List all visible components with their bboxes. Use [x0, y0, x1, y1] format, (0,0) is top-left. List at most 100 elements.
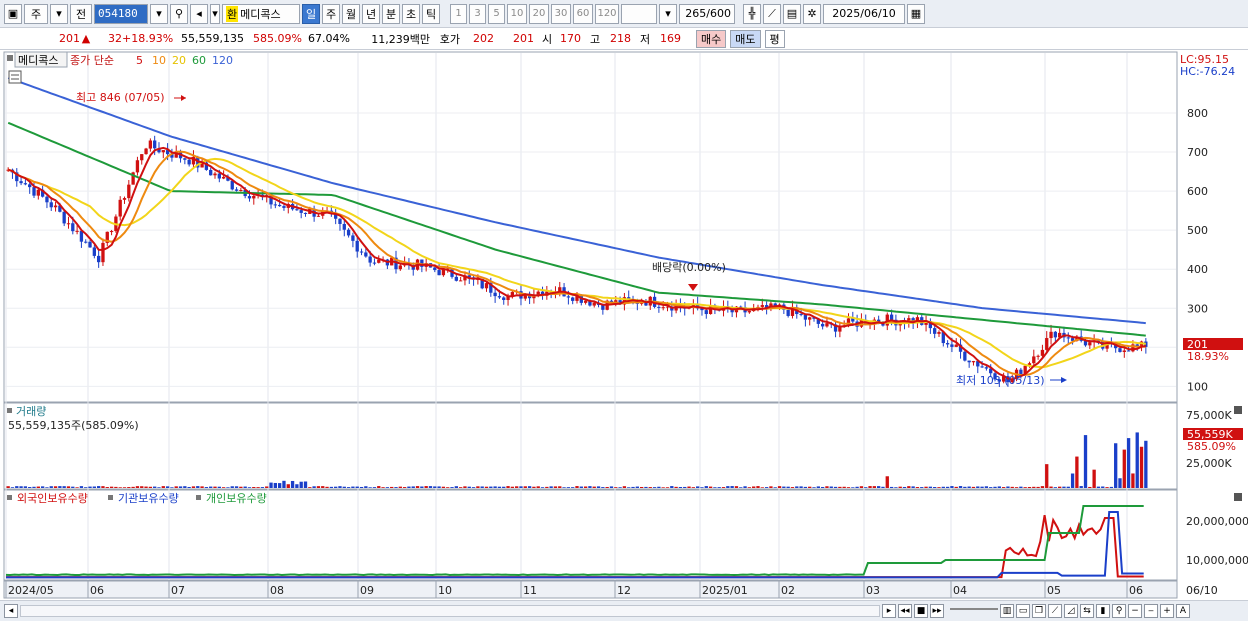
minute-option-30[interactable]: 30 [551, 3, 571, 24]
volume-bar [239, 486, 243, 488]
period-minute-tab[interactable]: 분 [382, 3, 400, 24]
copy-icon[interactable]: ❐ [1032, 604, 1046, 618]
foreign-holding-legend[interactable]: 외국인보유수량 [17, 492, 88, 505]
ma60-label[interactable]: 60 [192, 54, 206, 67]
text-a-icon[interactable]: A [1176, 604, 1190, 618]
volume-bar [743, 486, 747, 488]
currency-select[interactable]: 전 [70, 3, 92, 24]
layout-icon[interactable]: ▭ [1016, 604, 1030, 618]
volume-bar [92, 486, 96, 488]
volume-bar [398, 486, 402, 488]
stock-code-input[interactable]: 054180 [94, 3, 148, 24]
volume-panel-close-icon[interactable] [1234, 406, 1242, 414]
period-day-tab[interactable]: 일 [302, 3, 320, 24]
stock-code-value: 054180 [98, 7, 138, 20]
minute-option-10[interactable]: 10 [507, 3, 527, 24]
minute-option-1[interactable]: 1 [450, 3, 467, 24]
minute-option-120[interactable]: 120 [595, 3, 619, 24]
fast-forward-icon[interactable]: ▸▸ [930, 604, 944, 618]
volume-bar [446, 487, 450, 488]
zoom-out-search-icon[interactable]: ⚲ [1112, 604, 1126, 618]
split-view-icon[interactable]: ▥ [1000, 604, 1014, 618]
candle-body [135, 160, 140, 173]
candle-body [45, 196, 49, 203]
area-icon[interactable]: ◿ [1064, 604, 1078, 618]
period-second-tab[interactable]: 초 [402, 3, 420, 24]
volume-bar [23, 486, 28, 488]
minus-icon[interactable]: − [1128, 604, 1142, 618]
compare-icon[interactable]: ⇆ [1080, 604, 1094, 618]
table-toggle-icon[interactable] [8, 70, 22, 84]
ma-title[interactable]: 종가 단순 [70, 54, 114, 67]
candle-body [122, 198, 127, 200]
market-dropdown-icon[interactable]: ▾ [50, 3, 68, 24]
calendar-icon[interactable]: ▦ [907, 3, 925, 24]
period-month-tab[interactable]: 월 [342, 3, 360, 24]
settings-gear-icon[interactable]: ✲ [803, 3, 821, 24]
individual-holding-legend[interactable]: 개인보유수량 [206, 492, 267, 505]
stop-icon[interactable]: ■ [914, 604, 928, 618]
date-field[interactable]: 2025/06/10 [823, 3, 905, 24]
price-tick-label: 800 [1187, 107, 1208, 120]
volume-bar [527, 486, 532, 488]
period-tick-tab[interactable]: 틱 [422, 3, 440, 24]
x-axis-label: 08 [270, 584, 284, 597]
volume-bar [1101, 486, 1105, 488]
minute-option-60[interactable]: 60 [573, 3, 593, 24]
volume-bar [88, 486, 92, 488]
dash-icon[interactable]: ‒ [1144, 604, 1158, 618]
scroll-left-icon[interactable]: ◂ [4, 604, 18, 618]
draw-tool-icon[interactable]: ⟋ [763, 3, 781, 24]
minute-option-5[interactable]: 5 [488, 3, 505, 24]
minute-option-3[interactable]: 3 [469, 3, 486, 24]
code-dropdown-icon[interactable]: ▾ [150, 3, 168, 24]
zoom-slider[interactable] [950, 608, 998, 614]
volume-bar [812, 487, 816, 488]
volume-bar [84, 487, 88, 488]
volume-bar [45, 487, 49, 488]
custom-period-dropdown-icon[interactable]: ▾ [659, 3, 677, 24]
rewind-icon[interactable]: ◂◂ [898, 604, 912, 618]
bar-icon[interactable]: ▮ [1096, 604, 1110, 618]
stock-panel-label[interactable]: 메디콕스 [18, 54, 58, 67]
search-icon[interactable]: ⚲ [170, 3, 188, 24]
volume-bar [321, 486, 325, 488]
volume-panel-title[interactable]: 거래량 [16, 405, 46, 418]
scroll-right-icon[interactable]: ▸ [882, 604, 896, 618]
period-year-tab[interactable]: 년 [362, 3, 380, 24]
volume-bar [782, 486, 786, 488]
speaker-dropdown-icon[interactable]: ▾ [210, 3, 220, 24]
period-week-tab[interactable]: 주 [322, 3, 340, 24]
plus-icon[interactable]: + [1160, 604, 1174, 618]
candle-body [950, 344, 954, 347]
x-axis-label: 2025/01 [702, 584, 748, 597]
speaker-icon[interactable]: ◂ [190, 3, 208, 24]
market-select[interactable]: 주 [24, 3, 48, 24]
ma20-label[interactable]: 20 [172, 54, 186, 67]
data-count-field[interactable]: 265/600 [679, 3, 735, 24]
volume-bar [338, 486, 342, 488]
chart-menu-icon[interactable]: ▣ [4, 3, 22, 24]
minute-option-20[interactable]: 20 [529, 3, 549, 24]
horizontal-scrollbar[interactable] [20, 605, 880, 617]
volume-bar [691, 487, 696, 488]
chart-canvas[interactable]: 메디콕스 종가 단순 5 10 20 60 120 LC:95.15 HC:-7… [0, 51, 1248, 600]
buy-button[interactable]: 매수 [696, 29, 727, 48]
volume-bar [808, 486, 812, 488]
volume-bar [622, 486, 627, 488]
ma10-label[interactable]: 10 [152, 54, 166, 67]
institution-holding-legend[interactable]: 기관보유수량 [118, 492, 179, 505]
sell-button[interactable]: 매도 [730, 29, 761, 48]
custom-period-input[interactable] [621, 3, 657, 24]
ma120-label[interactable]: 120 [212, 54, 233, 67]
evaluate-button[interactable]: 평 [764, 29, 785, 48]
ma5-label[interactable]: 5 [136, 54, 143, 67]
stock-name-field[interactable]: 환 메디콕스 [222, 3, 300, 24]
chart-area[interactable]: 메디콕스 종가 단순 5 10 20 60 120 LC:95.15 HC:-7… [0, 51, 1248, 600]
low-price: 169 [660, 32, 681, 45]
holding-panel-close-icon[interactable] [1234, 493, 1242, 501]
trend-icon[interactable]: ⟋ [1048, 604, 1062, 618]
candle-body [571, 297, 575, 301]
save-icon[interactable]: ▤ [783, 3, 801, 24]
candle-type-icon[interactable]: ╬ [743, 3, 761, 24]
